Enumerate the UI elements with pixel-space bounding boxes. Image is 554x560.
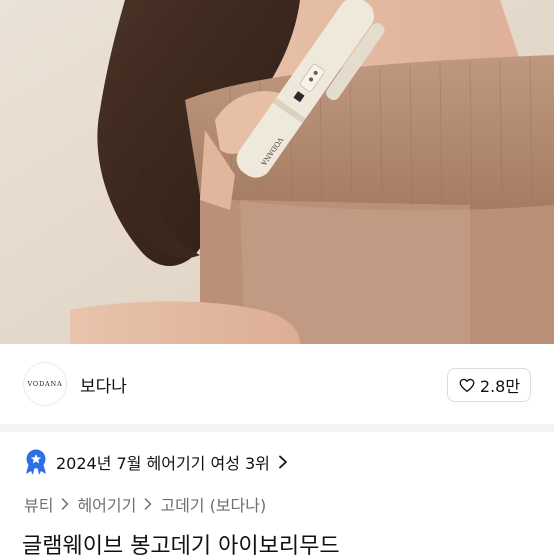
breadcrumb: 뷰티 헤어기기 고데기 (보다나) [24,492,266,516]
section-divider [0,424,554,432]
like-button[interactable]: 2.8만 [447,368,531,402]
chevron-right-icon [145,498,152,510]
brand-name[interactable]: 보다나 [80,372,127,397]
breadcrumb-item-beauty[interactable]: 뷰티 [24,492,53,516]
ranking-text: 2024년 7월 헤어기기 여성 3위 [56,454,270,473]
heart-icon [459,378,475,393]
brand-row: VODANA 보다나 2.8만 [0,344,554,424]
ranking-link[interactable]: 2024년 7월 헤어기기 여성 3위 [24,449,288,475]
chevron-right-icon [62,498,69,510]
brand-logo-text: VODANA [27,380,63,388]
breadcrumb-item-hair-device[interactable]: 헤어기기 [77,492,136,516]
chevron-right-icon [279,455,287,469]
product-title: 글램웨이브 봉고데기 아이보리무드 [22,534,340,559]
ranking-badge-icon [26,449,46,475]
brand-logo[interactable]: VODANA [23,362,67,406]
like-count: 2.8만 [479,377,521,396]
breadcrumb-item-curling-iron[interactable]: 고데기 (보다나) [160,492,266,516]
product-photo-illustration: VODANA [0,0,554,344]
product-photo[interactable]: VODANA [0,0,554,344]
